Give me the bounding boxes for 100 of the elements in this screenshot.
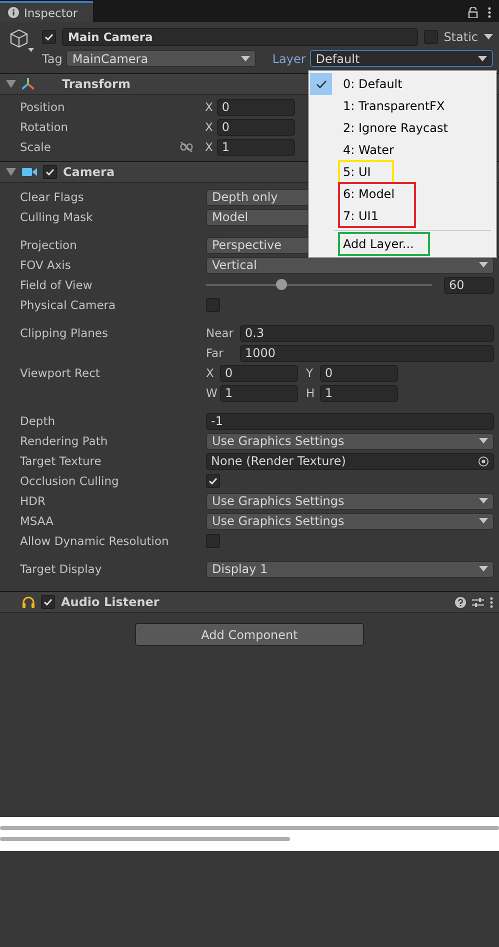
property-label: Target Texture (20, 454, 102, 468)
static-label: Static (444, 30, 478, 44)
property-label: Allow Dynamic Resolution (20, 534, 170, 548)
menu-item[interactable]: 4: Water (310, 139, 495, 161)
input-field[interactable]: 60 (444, 276, 494, 294)
property-label: Clear Flags (20, 190, 85, 204)
axes-icon (22, 78, 34, 90)
dropdown[interactable]: Use Graphics Settings (206, 432, 494, 450)
dropdown-arrow-icon (484, 34, 493, 40)
sliders-icon[interactable] (472, 596, 484, 608)
foldout-arrow-icon[interactable] (6, 167, 16, 177)
menu-item[interactable]: 1: TransparentFX (310, 95, 495, 117)
more-icon[interactable] (490, 596, 493, 608)
menu-item[interactable]: 6: Model (310, 183, 495, 205)
foldout-arrow-icon[interactable] (6, 79, 16, 89)
field-label: Far (206, 346, 224, 360)
check-icon (45, 167, 55, 177)
enable-checkbox[interactable] (41, 595, 55, 609)
property-label: FOV Axis (20, 258, 72, 272)
slider[interactable] (206, 278, 432, 292)
dropdown-arrow-icon (479, 518, 488, 524)
field-label: W (206, 386, 216, 400)
input-field[interactable]: 0 (216, 118, 295, 136)
check-icon (44, 32, 54, 42)
menu-item[interactable]: 2: Ignore Raycast (310, 117, 495, 139)
menu-item[interactable]: 7: UI1 (310, 205, 495, 227)
input-field[interactable]: 1 (216, 138, 295, 156)
menu-item[interactable]: 5: UI (310, 161, 495, 183)
field-label: X (205, 140, 213, 154)
field-label: Y (306, 366, 314, 380)
help-icon[interactable] (455, 596, 466, 608)
property-label: Viewport Rect (20, 366, 101, 380)
dropdown-arrow-icon (478, 56, 487, 62)
input-field[interactable]: 1 (220, 384, 298, 402)
inspector-tab[interactable]: Inspector (0, 1, 93, 22)
layer-dropdown[interactable]: Default (310, 50, 493, 67)
input-field[interactable]: 0 (220, 364, 298, 382)
property-label: Rendering Path (20, 434, 109, 448)
tag-dropdown[interactable]: MainCamera (66, 50, 256, 67)
input-field[interactable]: 0 (216, 98, 295, 116)
add-component-button[interactable]: Add Component (135, 623, 364, 646)
component-title: Audio Listener (61, 595, 160, 609)
property-label: HDR (20, 494, 46, 508)
checkbox[interactable] (206, 474, 220, 488)
dropdown[interactable]: Vertical (206, 256, 494, 274)
checkbox[interactable] (206, 534, 220, 548)
property-label: Clipping Planes (20, 326, 109, 340)
name-field[interactable]: Main Camera (62, 28, 418, 46)
menu-item[interactable]: Add Layer... (310, 233, 495, 255)
property-label: Culling Mask (20, 210, 94, 224)
object-field[interactable]: None (Render Texture) (206, 452, 494, 470)
more-icon[interactable] (488, 7, 491, 18)
property-label: Depth (20, 414, 56, 428)
property-label: MSAA (20, 514, 54, 528)
dropdown-arrow-icon (479, 566, 488, 572)
input-field[interactable]: 0 (320, 364, 398, 382)
lock-icon[interactable] (468, 7, 478, 18)
check-icon (43, 597, 53, 607)
dropdown[interactable]: Use Graphics Settings (206, 492, 494, 510)
tag-label: Tag (42, 52, 62, 66)
check-icon (208, 476, 218, 486)
checkbox[interactable] (206, 298, 220, 312)
dropdown[interactable]: Display 1 (206, 560, 494, 578)
property-label: Physical Camera (20, 298, 117, 312)
dropdown-arrow-icon (479, 438, 488, 444)
dropdown-arrow-icon (241, 56, 250, 62)
field-label: H (306, 386, 316, 400)
cube-icon[interactable] (8, 28, 34, 54)
layer-label: Layer (272, 52, 306, 66)
input-field[interactable]: 1000 (240, 344, 494, 362)
property-label: Occlusion Culling (20, 474, 120, 488)
menu-item[interactable]: 0: Default (310, 73, 495, 95)
component-title: Camera (63, 165, 115, 179)
field-label: X (205, 120, 213, 134)
field-label: X (206, 366, 215, 380)
slider-thumb[interactable] (276, 279, 287, 290)
dropdown[interactable]: Use Graphics Settings (206, 512, 494, 530)
field-label: X (205, 100, 213, 114)
camera-icon (22, 167, 37, 177)
input-field[interactable]: 1 (320, 384, 398, 402)
unlinked-icon[interactable] (180, 142, 193, 152)
property-label: Position (20, 100, 66, 114)
property-label: Scale (20, 140, 52, 154)
dropdown-arrow-icon (479, 262, 488, 268)
target-icon[interactable] (478, 456, 489, 466)
component-title: Transform (62, 77, 130, 91)
property-label: Target Display (20, 562, 103, 576)
input-field[interactable]: 0.3 (240, 324, 494, 342)
property-label: Rotation (20, 120, 70, 134)
field-label: Near (206, 326, 234, 340)
headphones-icon (22, 596, 35, 608)
info-icon (8, 7, 19, 18)
static-checkbox[interactable] (424, 30, 438, 44)
check-icon (316, 80, 326, 88)
enable-checkbox[interactable] (43, 165, 57, 179)
input-field[interactable]: -1 (206, 412, 494, 430)
dropdown-arrow-icon (479, 498, 488, 504)
property-label: Field of View (20, 278, 94, 292)
active-checkbox[interactable] (42, 30, 56, 44)
property-label: Projection (20, 238, 78, 252)
